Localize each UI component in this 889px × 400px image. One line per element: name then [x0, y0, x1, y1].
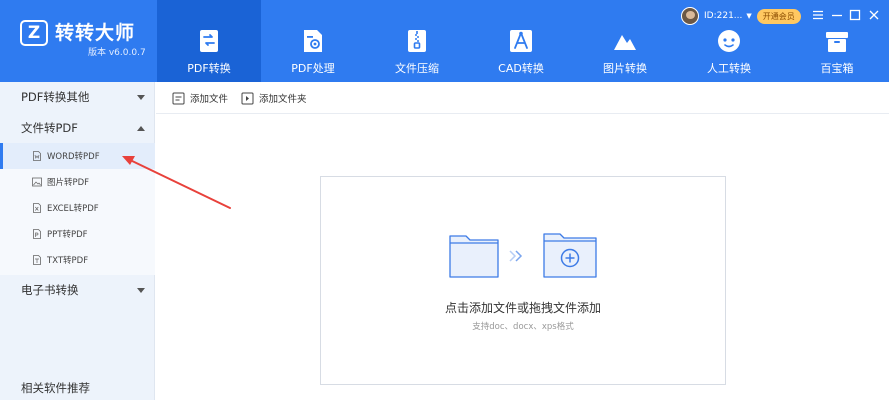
- zip-icon: [408, 30, 426, 52]
- toolbar: 添加文件 添加文件夹: [156, 82, 889, 114]
- tab-label: 文件压缩: [395, 62, 439, 75]
- red-annotation-arrow-icon: [122, 156, 231, 209]
- tab-label: 百宝箱: [820, 62, 854, 75]
- add-folder-icon: [241, 92, 254, 104]
- tab-label: PDF处理: [291, 62, 335, 75]
- drop-zone-hint: 支持doc、docx、xps格式: [472, 322, 574, 332]
- sidebar-item-txt-to-pdf[interactable]: TXT转PDF: [0, 247, 155, 273]
- pdf-convert-icon: [200, 30, 218, 52]
- tab-pdf-convert[interactable]: PDF转换: [157, 0, 261, 82]
- user-id: ID:221...: [704, 11, 743, 21]
- image-file-icon: [32, 177, 42, 187]
- vip-button[interactable]: 开通会员: [756, 8, 801, 24]
- sidebar-item-label: 图片转PDF: [47, 178, 90, 188]
- sidebar-group-ebook-convert[interactable]: 电子书转换: [0, 275, 155, 305]
- related-software-link[interactable]: 相关软件推荐: [21, 380, 90, 396]
- manual-icon: [718, 30, 740, 52]
- sidebar-item-label: WORD转PDF: [47, 152, 100, 162]
- title-bar: Z 转转大师 版本 v6.0.0.7 PDF转换 PDF处理 文件压缩 CAD转…: [0, 0, 889, 82]
- chevron-down-icon: [137, 287, 145, 293]
- sidebar-item-label: EXCEL转PDF: [47, 204, 99, 214]
- toolbox-icon: [826, 32, 848, 52]
- tab-file-compress[interactable]: 文件压缩: [365, 0, 469, 82]
- sidebar-group-label: 文件转PDF: [21, 121, 78, 135]
- cad-icon: [510, 30, 532, 52]
- maximize-icon[interactable]: [848, 8, 862, 22]
- sidebar: PDF转换其他 文件转PDF WORD转PDF 图片转PDF EXCEL转PDF…: [0, 82, 155, 400]
- folder-icon: [449, 235, 499, 278]
- minimize-icon[interactable]: [830, 8, 844, 22]
- sidebar-item-label: TXT转PDF: [47, 256, 89, 266]
- tab-image-convert[interactable]: 图片转换: [573, 0, 677, 82]
- add-file-button[interactable]: 添加文件: [172, 90, 228, 106]
- sidebar-item-ppt-to-pdf[interactable]: PPT转PDF: [0, 221, 155, 247]
- tab-label: CAD转换: [498, 62, 544, 75]
- add-file-label: 添加文件: [190, 94, 229, 105]
- drop-illustration: [449, 233, 597, 278]
- add-file-icon: [172, 92, 185, 104]
- add-folder-label: 添加文件夹: [259, 94, 307, 105]
- tab-pdf-process[interactable]: PDF处理: [261, 0, 365, 82]
- chevron-down-icon[interactable]: ▼: [746, 12, 751, 20]
- sidebar-item-label: PPT转PDF: [47, 230, 88, 240]
- txt-file-icon: [33, 255, 41, 265]
- menu-icon[interactable]: [811, 8, 825, 22]
- app-version: 版本 v6.0.0.7: [88, 48, 146, 58]
- image-convert-icon: [614, 35, 636, 50]
- pdf-process-icon: [304, 30, 322, 52]
- add-folder-button[interactable]: 添加文件夹: [241, 90, 307, 106]
- tab-label: 图片转换: [603, 62, 647, 75]
- chevron-down-icon: [137, 94, 145, 100]
- close-icon[interactable]: [867, 8, 881, 22]
- word-file-icon: [33, 151, 41, 161]
- avatar[interactable]: [681, 7, 699, 25]
- sidebar-group-pdf-convert-other[interactable]: PDF转换其他: [0, 82, 155, 112]
- tab-label: PDF转换: [187, 62, 231, 75]
- user-menu[interactable]: ID:221... ▼ 开通会员: [681, 6, 801, 26]
- app-title: 转转大师: [55, 22, 136, 44]
- sidebar-group-label: 电子书转换: [21, 283, 79, 297]
- sidebar-group-file-to-pdf[interactable]: 文件转PDF: [0, 113, 155, 143]
- folder-add-icon: [543, 233, 597, 278]
- file-drop-zone[interactable]: 点击添加文件或拖拽文件添加 支持doc、docx、xps格式: [320, 176, 726, 385]
- ppt-file-icon: [33, 229, 41, 239]
- drop-zone-title: 点击添加文件或拖拽文件添加: [444, 301, 601, 315]
- tab-cad-convert[interactable]: CAD转换: [469, 0, 573, 82]
- sidebar-group-label: PDF转换其他: [21, 90, 90, 104]
- chevron-up-icon: [137, 125, 145, 131]
- tab-label: 人工转换: [707, 62, 751, 75]
- excel-file-icon: [33, 203, 41, 213]
- app-logo-icon: Z: [20, 20, 48, 46]
- double-chevron-right-icon: [509, 250, 523, 262]
